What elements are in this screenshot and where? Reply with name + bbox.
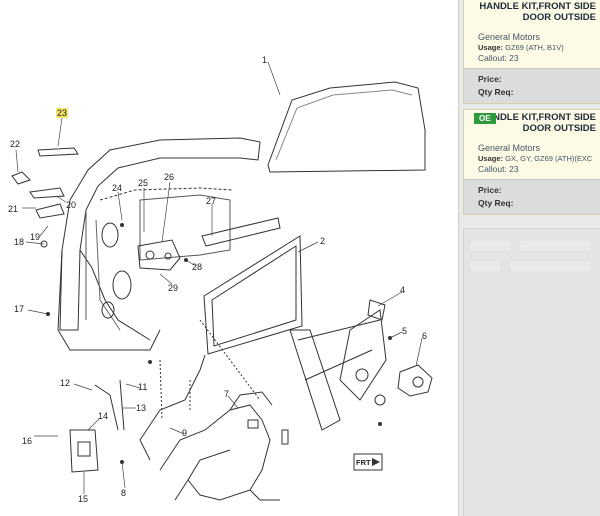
part-price-section: Price: Qty Req: [464,68,600,103]
callout-17[interactable]: 17 [14,304,24,314]
part-card-body: General Motors Usage: GZ69 (ATH, B1V) Ca… [464,27,600,68]
diagram-drawing [11,61,433,501]
callout-22[interactable]: 22 [10,139,20,149]
placeholder-bar [470,261,500,271]
callout-15[interactable]: 15 [78,494,88,504]
part-card-body: General Motors Usage: GX, GY, GZ69 (ATH)… [464,138,600,179]
part-brand: General Motors [478,143,541,153]
callout-9[interactable]: 9 [182,428,187,438]
price-label: Price: [478,185,502,195]
part-usage: Usage: GZ69 (ATH, B1V) [478,43,594,53]
usage-label: Usage: [478,154,504,163]
qty-label: Qty Req: [478,198,514,208]
callout-18[interactable]: 18 [14,237,24,247]
part-callout: Callout: 23 [478,164,519,174]
usage-value: GZ69 (ATH, B1V) [505,43,564,52]
callout-16[interactable]: 16 [22,436,32,446]
callout-19[interactable]: 19 [30,232,40,242]
callout-24[interactable]: 24 [112,183,122,193]
callout-25[interactable]: 25 [138,178,148,188]
callout-1[interactable]: 1 [262,55,267,65]
usage-value: GX, GY, GZ69 (ATH)(EXC B1V) [505,154,594,163]
callout-21[interactable]: 21 [8,204,18,214]
part-title[interactable]: HANDLE KIT,FRONT SIDE DOOR OUTSIDE [478,1,596,23]
part-callout: Callout: 23 [478,53,519,63]
callout-12[interactable]: 12 [60,378,70,388]
callout-23-highlighted[interactable]: 23 [56,108,69,118]
price-label: Price: [478,74,502,84]
callout-26[interactable]: 26 [164,172,174,182]
placeholder-bar [520,241,590,251]
part-card[interactable]: HANDLE KIT,FRONT SIDE DOOR OUTSIDE Gener… [463,0,600,104]
callout-7[interactable]: 7 [224,389,229,399]
callout-28[interactable]: 28 [192,262,202,272]
oe-badge: OE [474,113,496,124]
callout-5[interactable]: 5 [402,326,407,336]
usage-label: Usage: [478,43,504,52]
part-usage: Usage: GX, GY, GZ69 (ATH)(EXC B1V) [478,154,594,164]
parts-diagram: 1 2 4 5 6 7 8 9 11 12 13 14 15 16 17 18 … [0,0,458,516]
part-card-header: HANDLE KIT,FRONT SIDE DOOR OUTSIDE [464,0,600,27]
qty-label: Qty Req: [478,87,514,97]
placeholder-bar [510,261,590,271]
callout-6[interactable]: 6 [422,331,427,341]
part-card[interactable]: OE HANDLE KIT,FRONT SIDE DOOR OUTSIDE Ge… [463,109,600,215]
placeholder-bar [470,241,510,251]
callout-20[interactable]: 20 [66,200,76,210]
part-card-placeholder [463,228,600,516]
callout-27[interactable]: 27 [206,196,216,206]
part-card-header: OE HANDLE KIT,FRONT SIDE DOOR OUTSIDE [464,110,600,138]
part-title[interactable]: HANDLE KIT,FRONT SIDE DOOR OUTSIDE [478,112,596,134]
callout-13[interactable]: 13 [136,403,146,413]
callout-8[interactable]: 8 [121,488,126,498]
callout-2[interactable]: 2 [320,236,325,246]
callout-29[interactable]: 29 [168,283,178,293]
part-price-section: Price: Qty Req: [464,179,600,214]
callout-11[interactable]: 11 [138,382,147,392]
part-brand: General Motors [478,32,541,42]
callout-4[interactable]: 4 [400,285,405,295]
parts-sidebar: HANDLE KIT,FRONT SIDE DOOR OUTSIDE Gener… [458,0,600,516]
callout-14[interactable]: 14 [98,411,108,421]
front-marker-label: FRT [356,458,371,467]
